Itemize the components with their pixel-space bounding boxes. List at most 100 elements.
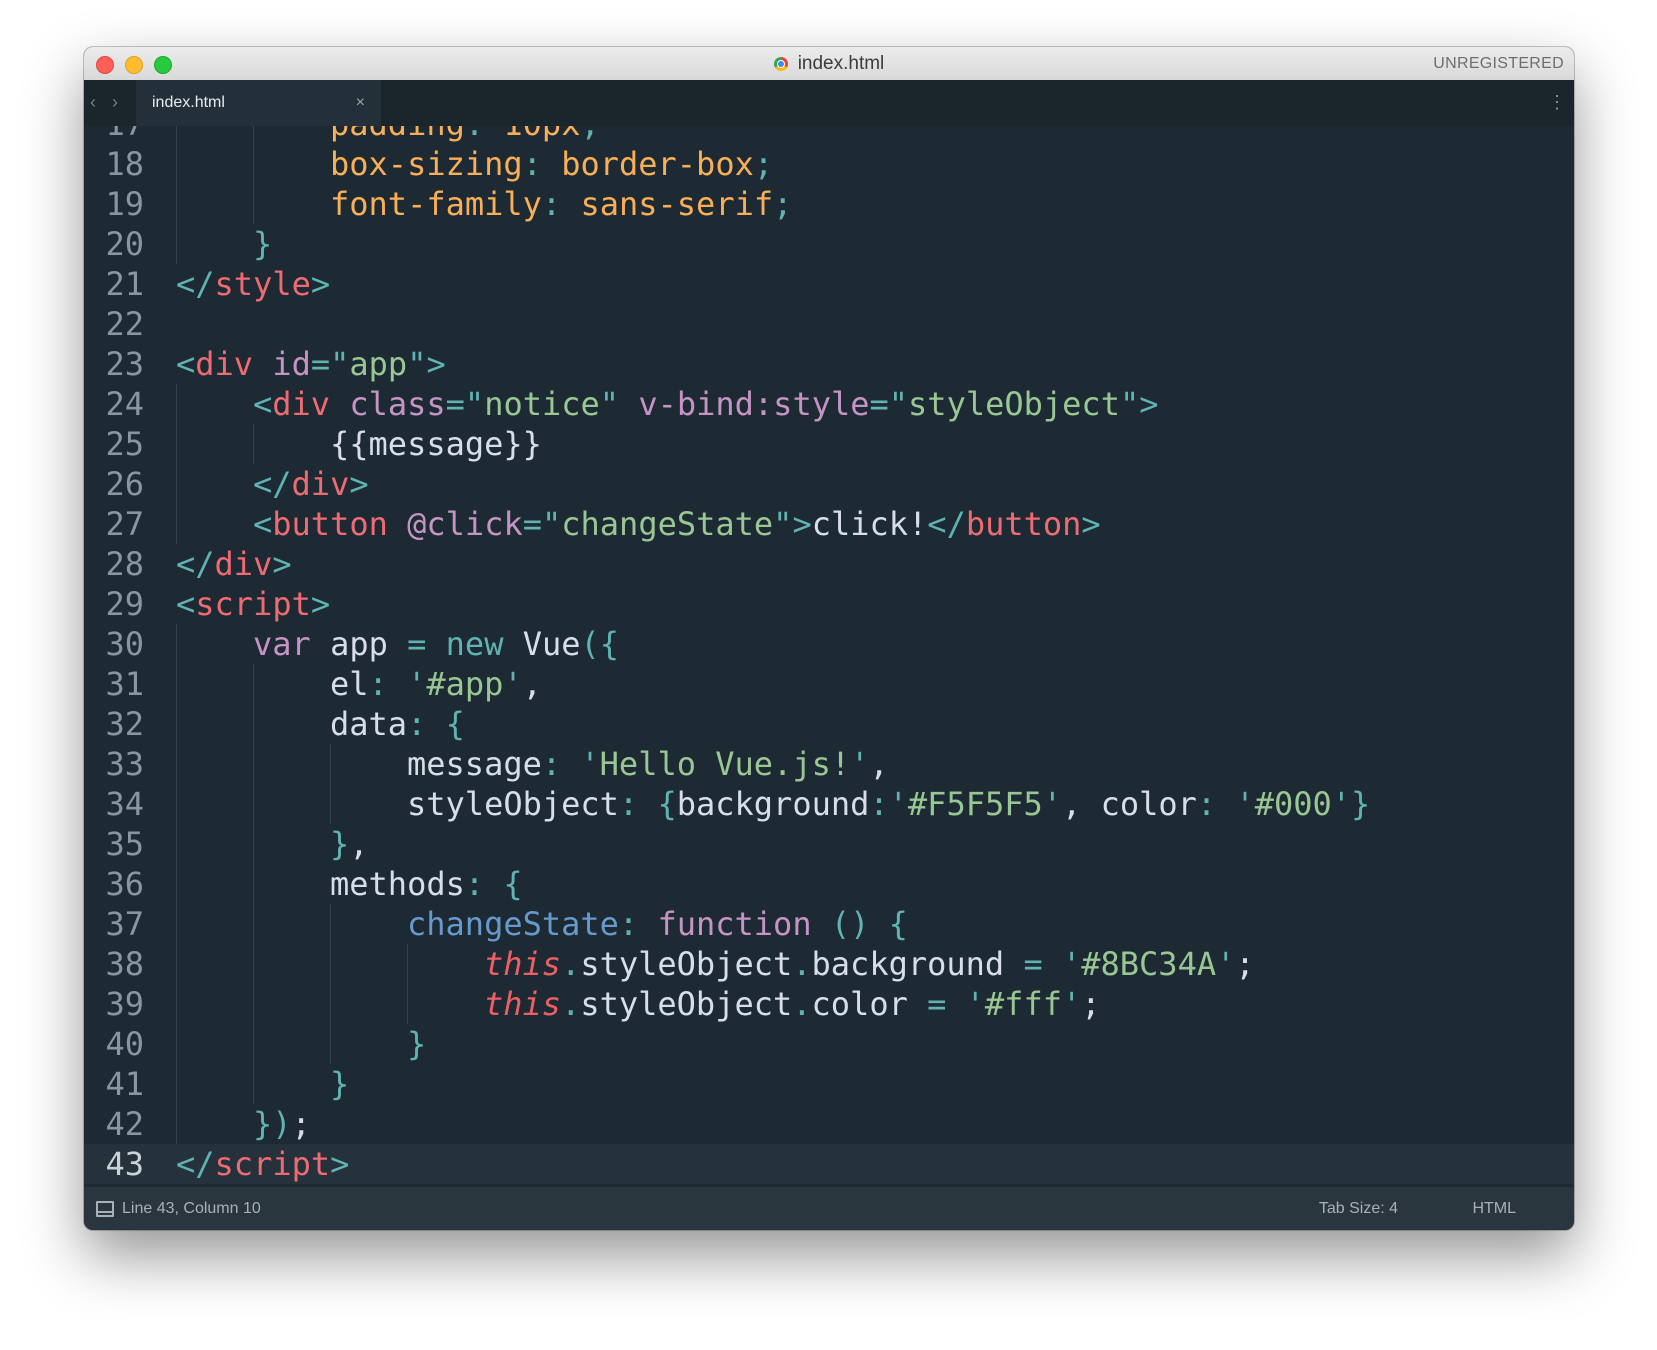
code-token: </ <box>927 505 966 543</box>
line-number: 26 <box>105 465 144 503</box>
code-token: ' <box>580 745 600 783</box>
code-line[interactable]: 36 methods: { <box>84 864 1574 904</box>
line-content: this.styleObject.background = '#8BC34A'; <box>484 944 1255 984</box>
tab-menu-icon[interactable]: ⋮ <box>1548 80 1566 126</box>
line-number: 42 <box>105 1105 144 1143</box>
line-number: 18 <box>105 145 144 183</box>
status-bar: Line 43, Column 10 Tab Size: 4 HTML <box>84 1187 1574 1230</box>
code-token: } <box>407 1025 427 1063</box>
code-token: < <box>176 345 196 383</box>
code-line[interactable]: 28 </div> <box>84 544 1574 584</box>
code-line[interactable]: 33 message: 'Hello Vue.js!', <box>84 744 1574 784</box>
code-token: ' <box>407 665 427 703</box>
line-number: 31 <box>105 665 144 703</box>
code-token: this <box>484 985 562 1023</box>
code-token: {{message}} <box>330 425 542 463</box>
code-token: "> <box>773 505 812 543</box>
code-line[interactable]: 21 </style> <box>84 264 1574 304</box>
code-token: changeState <box>561 505 774 543</box>
code-line[interactable]: 29 <script> <box>84 584 1574 624</box>
code-token: new <box>445 625 504 663</box>
code-token: ' <box>1235 785 1255 823</box>
line-number: 21 <box>105 265 144 303</box>
panel-toggle-icon[interactable] <box>96 1201 114 1217</box>
cursor-position[interactable]: Line 43, Column 10 <box>122 1187 261 1230</box>
indent-guide <box>176 144 177 184</box>
code-token: = <box>1023 945 1043 983</box>
code-line[interactable]: 26 </div> <box>84 464 1574 504</box>
code-token: , <box>522 665 542 703</box>
indent-guide <box>176 824 177 864</box>
code-line[interactable]: 31 el: '#app', <box>84 664 1574 704</box>
nav-back-icon[interactable]: ‹ <box>90 80 96 126</box>
line-content: } <box>330 1064 349 1104</box>
code-token: font-family <box>330 185 542 223</box>
code-line[interactable]: 42}); <box>84 1104 1574 1144</box>
code-line[interactable]: 27 <button @click="changeState">click!</b… <box>84 504 1574 544</box>
code-line[interactable]: 30 var app = new Vue({ <box>84 624 1574 664</box>
code-line[interactable]: 18 box-sizing: border-box; <box>84 144 1574 184</box>
indent-guide <box>176 1064 177 1104</box>
line-number: 34 <box>105 785 144 823</box>
code-line[interactable]: 19 font-family: sans-serif; <box>84 184 1574 224</box>
indent-guide <box>176 1104 177 1144</box>
code-line[interactable]: 32 data: { <box>84 704 1574 744</box>
code-token: ; <box>1235 945 1255 983</box>
code-token: > <box>272 545 292 583</box>
tab-size-selector[interactable]: Tab Size: 4 <box>1319 1187 1398 1230</box>
code-line[interactable]: 22 <box>84 304 1574 344</box>
syntax-selector[interactable]: HTML <box>1472 1187 1516 1230</box>
code-token: color <box>811 985 928 1023</box>
code-token: script <box>195 585 311 623</box>
indent-guide <box>253 424 254 464</box>
code-token: this <box>484 945 562 983</box>
code-line[interactable]: 24 <div class="notice" v-bind:style="styl… <box>84 384 1574 424</box>
tab-index-html[interactable]: index.html × <box>136 80 381 126</box>
indent-guide <box>330 1024 331 1064</box>
nav-forward-icon[interactable]: › <box>112 80 118 126</box>
line-number: 17 <box>84 126 144 144</box>
code-token: div <box>272 385 331 423</box>
code-line[interactable]: 37 changeState: function () { <box>84 904 1574 944</box>
code-token: : <box>407 705 427 743</box>
code-line[interactable]: 43 </script> <box>84 1144 1574 1184</box>
code-token: . <box>792 945 812 983</box>
code-token: : <box>618 785 639 823</box>
line-number: 29 <box>105 585 144 623</box>
code-line[interactable]: 39 this.styleObject.color = '#fff'; <box>84 984 1574 1024</box>
code-line[interactable]: 35}, <box>84 824 1574 864</box>
code-token: = <box>927 985 947 1023</box>
code-line[interactable]: 20} <box>84 224 1574 264</box>
code-line[interactable]: 41} <box>84 1064 1574 1104</box>
code-line[interactable]: 34 styleObject: {background:'#F5F5F5', co… <box>84 784 1574 824</box>
code-line[interactable]: 17 padding: 10px; <box>84 126 1574 144</box>
close-tab-icon[interactable]: × <box>356 80 365 126</box>
editor-window: index.html UNREGISTERED ‹ › index.html ×… <box>84 47 1574 1230</box>
window-title-group: index.html <box>84 47 1574 80</box>
line-content: var app = new Vue({ <box>253 624 619 664</box>
indent-guide <box>176 744 177 784</box>
code-line[interactable]: 38 this.styleObject.background = '#8BC34A… <box>84 944 1574 984</box>
code-token: . <box>792 985 812 1023</box>
line-content: <script> <box>176 584 330 624</box>
code-token: v-bind:style <box>638 385 870 423</box>
code-token: } <box>330 825 350 863</box>
line-content: font-family: sans-serif; <box>330 184 792 224</box>
code-token: ; <box>580 126 599 143</box>
code-token: =" <box>445 385 485 423</box>
indent-guide <box>176 424 177 464</box>
indent-guide <box>176 664 177 704</box>
line-number: 33 <box>105 745 144 783</box>
code-token: script <box>214 1145 331 1183</box>
indent-guide <box>330 904 331 944</box>
code-line[interactable]: 23 <div id="app"> <box>84 344 1574 384</box>
code-editor[interactable]: 17 padding: 10px; 18 box-sizing: border-box… <box>84 126 1574 1187</box>
code-line[interactable]: 25 {{message}} <box>84 424 1574 464</box>
code-token: ; <box>773 185 793 223</box>
code-line[interactable]: 40} <box>84 1024 1574 1064</box>
